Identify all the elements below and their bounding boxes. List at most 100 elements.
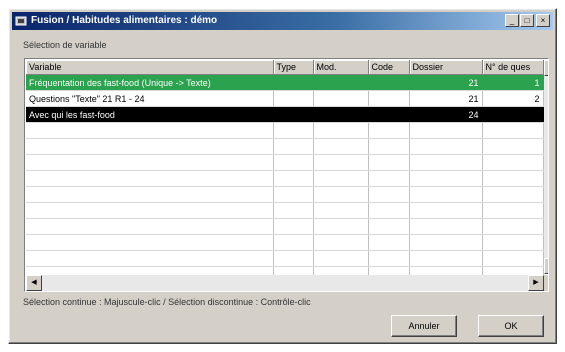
table-cell-num: [482, 154, 544, 171]
dialog-window: Fusion / Habitudes alimentaires : démo _…: [8, 8, 557, 344]
table-cell-mod: [313, 74, 369, 91]
table-cell-code: [368, 250, 410, 267]
table-row[interactable]: [26, 154, 544, 171]
table-cell-variable: [26, 202, 274, 219]
window-title: Fusion / Habitudes alimentaires : démo: [31, 15, 218, 26]
arrow-down-icon[interactable]: ▼: [544, 258, 548, 274]
table-cell-code: [368, 74, 410, 91]
table-cell-code: [368, 106, 410, 123]
table-cell-type: [273, 170, 314, 187]
table-row[interactable]: [26, 138, 544, 155]
table-cell-code: [368, 234, 410, 251]
arrow-up-icon[interactable]: ▲: [544, 60, 548, 76]
table-cell-dossier: [409, 218, 483, 235]
table-cell-num: [482, 250, 544, 267]
table-cell-code: [368, 90, 410, 107]
arrow-left-icon[interactable]: ◀: [26, 275, 42, 291]
table-cell-mod: [313, 202, 369, 219]
table-cell-num: [482, 106, 544, 123]
column-header-mod[interactable]: Mod.: [313, 60, 369, 75]
table-cell-mod: [313, 154, 369, 171]
table-row[interactable]: [26, 186, 544, 203]
table-cell-dossier: 21: [409, 74, 483, 91]
table-cell-dossier: [409, 234, 483, 251]
table-cell-num: [482, 234, 544, 251]
arrow-right-icon[interactable]: ▶: [528, 275, 544, 291]
table-cell-dossier: [409, 138, 483, 155]
table-cell-type: [273, 90, 314, 107]
minimize-button[interactable]: _: [505, 14, 519, 27]
column-header-code[interactable]: Code: [368, 60, 410, 75]
table-cell-variable: [26, 186, 274, 203]
app-icon: [15, 16, 27, 26]
table-cell-mod: [313, 138, 369, 155]
table-cell-mod: [313, 106, 369, 123]
cancel-button[interactable]: Annuler: [391, 315, 457, 337]
table-cell-variable: [26, 234, 274, 251]
table-cell-dossier: [409, 170, 483, 187]
table-cell-num: 1: [482, 74, 544, 91]
table-row[interactable]: [26, 202, 544, 219]
table-cell-code: [368, 154, 410, 171]
table-cell-num: [482, 138, 544, 155]
table-cell-code: [368, 122, 410, 139]
table-cell-variable: Avec qui les fast-food: [26, 106, 274, 123]
table-row[interactable]: Fréquentation des fast-food (Unique -> T…: [26, 74, 544, 91]
table-cell-dossier: 24: [409, 106, 483, 123]
table-cell-type: [273, 186, 314, 203]
table-cell-variable: [26, 122, 274, 139]
table-cell-variable: [26, 250, 274, 267]
table-cell-code: [368, 218, 410, 235]
table-cell-dossier: 21: [409, 90, 483, 107]
horizontal-scrollbar[interactable]: ◀ ▶: [26, 275, 544, 291]
vertical-scrollbar[interactable]: ▲ ▼: [544, 60, 548, 274]
table-row[interactable]: [26, 234, 544, 251]
table-cell-variable: [26, 170, 274, 187]
scrollbar-corner: [544, 275, 548, 291]
table-cell-mod: [313, 186, 369, 203]
table-cell-mod: [313, 90, 369, 107]
close-button[interactable]: ×: [536, 14, 550, 27]
table-cell-type: [273, 218, 314, 235]
table-row[interactable]: Questions "Texte" 21 R1 - 24 21 2: [26, 90, 544, 107]
table-cell-num: [482, 202, 544, 219]
table-cell-type: [273, 122, 314, 139]
table-cell-type: [273, 250, 314, 267]
table-cell-num: [482, 186, 544, 203]
table-row[interactable]: [26, 218, 544, 235]
maximize-button[interactable]: □: [520, 14, 534, 27]
table-cell-variable: [26, 218, 274, 235]
selection-label: Sélection de variable: [23, 40, 107, 50]
table-cell-dossier: [409, 250, 483, 267]
table-cell-num: [482, 122, 544, 139]
table-row[interactable]: [26, 170, 544, 187]
table-cell-code: [368, 186, 410, 203]
table-row[interactable]: Avec qui les fast-food 24: [26, 106, 544, 123]
table-header-row: Variable Type Mod. Code Dossier N° de qu…: [26, 60, 544, 75]
table-cell-code: [368, 202, 410, 219]
table-cell-code: [368, 138, 410, 155]
table-cell-num: [482, 170, 544, 187]
table-row[interactable]: [26, 122, 544, 139]
column-header-question-number[interactable]: N° de ques: [482, 60, 544, 75]
table-cell-dossier: [409, 202, 483, 219]
title-bar[interactable]: Fusion / Habitudes alimentaires : démo _…: [12, 12, 553, 30]
ok-button[interactable]: OK: [478, 315, 544, 337]
table-cell-variable: [26, 154, 274, 171]
selection-hint: Sélection continue : Majuscule-clic / Sé…: [23, 297, 311, 307]
column-header-dossier[interactable]: Dossier: [409, 60, 483, 75]
column-header-type[interactable]: Type: [273, 60, 314, 75]
table-cell-dossier: [409, 186, 483, 203]
table-cell-num: 2: [482, 90, 544, 107]
column-header-variable[interactable]: Variable: [26, 60, 274, 75]
variable-grid[interactable]: Variable Type Mod. Code Dossier N° de qu…: [24, 58, 549, 292]
table-row[interactable]: [26, 250, 544, 267]
table-cell-type: [273, 138, 314, 155]
table-cell-dossier: [409, 154, 483, 171]
table-cell-mod: [313, 170, 369, 187]
table-cell-type: [273, 202, 314, 219]
table-cell-variable: Fréquentation des fast-food (Unique -> T…: [26, 74, 274, 91]
table-cell-type: [273, 234, 314, 251]
table-cell-type: [273, 74, 314, 91]
table-cell-type: [273, 106, 314, 123]
